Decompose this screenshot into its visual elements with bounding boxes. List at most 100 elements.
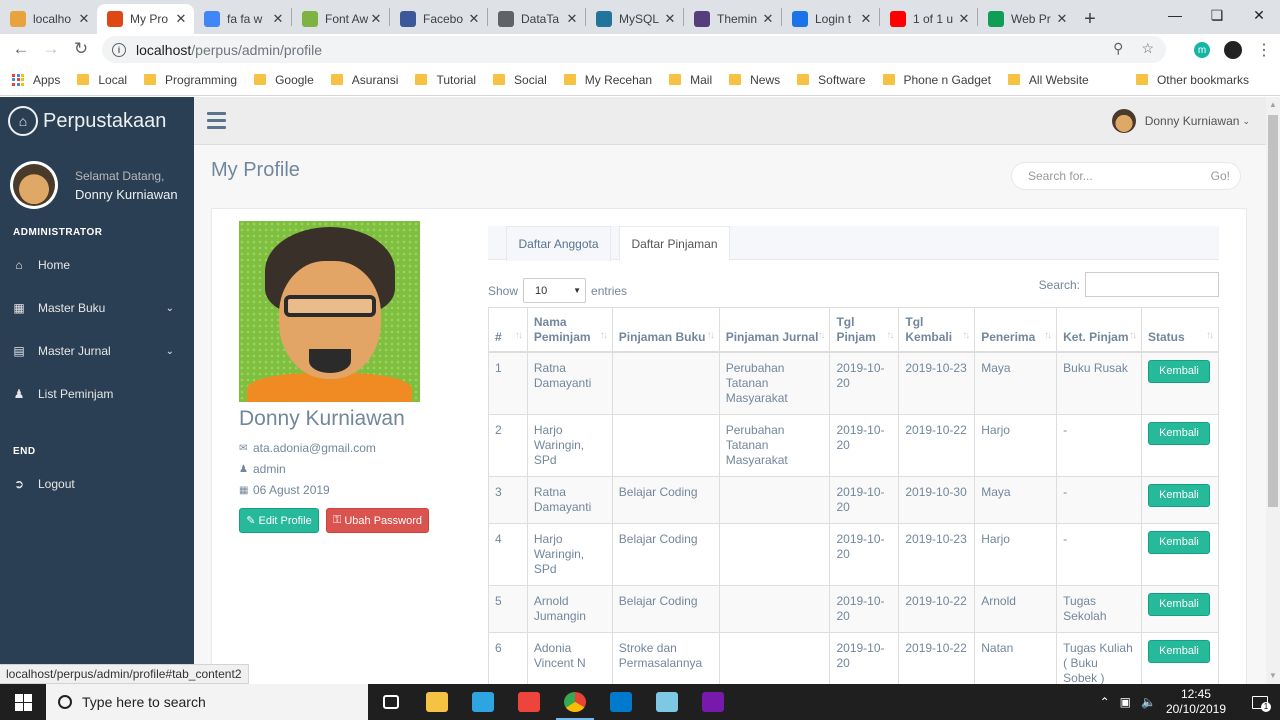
close-tab-icon[interactable]: ✕ [859, 11, 873, 27]
column-header[interactable]: Pinjaman Buku ↑↓ [611, 307, 720, 353]
site-info-icon[interactable]: i [112, 42, 126, 57]
back-button[interactable]: ← [6, 39, 36, 59]
column-header[interactable]: Ket. Pinjam ↑↓ [1056, 307, 1142, 353]
address-bar[interactable]: i localhost/perpus/admin/profile ⚲ ☆ [102, 36, 1166, 63]
brand[interactable]: ⌂ Perpustakaan [0, 97, 194, 145]
column-header[interactable]: Tgl Pinjam ↑↓ [829, 307, 900, 353]
browser-tab[interactable]: MySQL ✕ [586, 4, 683, 34]
tab-daftar-pinjaman[interactable]: Daftar Pinjaman [619, 226, 730, 261]
close-tab-icon[interactable]: ✕ [663, 11, 677, 27]
tab-daftar-anggota[interactable]: Daftar Anggota [506, 226, 611, 261]
close-tab-icon[interactable]: ✕ [369, 11, 383, 27]
browser-tab[interactable]: fa fa w ✕ [194, 4, 291, 34]
browser-tab[interactable]: DataTa ✕ [488, 4, 585, 34]
close-tab-icon[interactable]: ✕ [467, 11, 481, 27]
network-icon[interactable]: ▣ [1120, 695, 1131, 709]
close-tab-icon[interactable]: ✕ [271, 11, 285, 27]
browser-tab[interactable]: Web Pr ✕ [978, 4, 1075, 34]
column-header[interactable]: Pinjaman Jurnal ↑↓ [718, 307, 831, 353]
chrome-icon[interactable] [552, 684, 598, 720]
bookmark-star-icon[interactable]: ☆ [1141, 40, 1154, 57]
taskbar-search[interactable]: Type here to search [46, 684, 368, 720]
browser-menu-icon[interactable]: ⋮ [1256, 40, 1272, 60]
bookmark-folder[interactable]: All Website [1007, 73, 1089, 87]
page-length-select[interactable]: 10 ▼ [523, 278, 587, 303]
browser-tab[interactable]: localho ✕ [0, 4, 97, 34]
action-center-icon[interactable]: 1 [1240, 684, 1280, 720]
scroll-up-icon[interactable]: ▲ [1269, 100, 1277, 109]
task-view-icon[interactable] [368, 684, 414, 720]
bookmark-folder[interactable]: Google [254, 73, 314, 87]
onenote-icon[interactable] [690, 684, 736, 720]
bookmark-folder[interactable]: Phone n Gadget [882, 73, 991, 87]
anydesk-icon[interactable] [506, 684, 552, 720]
search-go-button[interactable]: Go! [1211, 169, 1230, 183]
zoom-icon[interactable]: ⚲ [1113, 40, 1123, 57]
vscode-icon[interactable] [598, 684, 644, 720]
file-explorer-icon[interactable] [414, 684, 460, 720]
kembali-button[interactable]: Kembali [1147, 483, 1210, 507]
close-tab-icon[interactable]: ✕ [77, 11, 91, 27]
edit-profile-button[interactable]: ✎ Edit Profile [239, 508, 319, 533]
browser-tab[interactable]: 1 of 1 u ✕ [880, 4, 977, 34]
kembali-button[interactable]: Kembali [1147, 530, 1210, 554]
kembali-button[interactable]: Kembali [1147, 639, 1210, 663]
page-scrollbar[interactable]: ▲ ▼ [1266, 97, 1280, 684]
close-window-button[interactable]: ✕ [1238, 0, 1280, 30]
minimize-button[interactable]: — [1154, 0, 1196, 30]
menu-toggle-icon[interactable] [207, 112, 226, 129]
bookmark-folder[interactable]: Local [77, 73, 127, 87]
table-search-input[interactable] [1085, 272, 1219, 297]
close-tab-icon[interactable]: ✕ [174, 11, 188, 27]
column-header[interactable]: # ↑↓ [488, 307, 528, 353]
extension-m-icon[interactable]: m [1194, 42, 1210, 58]
new-tab-button[interactable]: + [1075, 4, 1105, 34]
maximize-button[interactable]: ❏ [1196, 0, 1238, 30]
scrollbar-thumb[interactable] [1268, 115, 1278, 507]
bookmark-folder[interactable]: Mail [669, 73, 712, 87]
chevron-up-icon[interactable]: ⌃ [1100, 695, 1110, 709]
sidebar-item-master-jurnal[interactable]: ▤ Master Jurnal ⌄ [0, 331, 194, 371]
kembali-button[interactable]: Kembali [1147, 359, 1210, 383]
telegram-icon[interactable] [460, 684, 506, 720]
scroll-down-icon[interactable]: ▼ [1269, 671, 1277, 680]
sidebar-item-logout[interactable]: ➲ Logout [0, 464, 194, 504]
bookmark-folder[interactable]: My Recehan [563, 73, 652, 87]
kembali-button[interactable]: Kembali [1147, 592, 1210, 616]
browser-tab[interactable]: Login t ✕ [782, 4, 879, 34]
close-tab-icon[interactable]: ✕ [565, 11, 579, 27]
browser-tab[interactable]: Font Aw ✕ [292, 4, 389, 34]
notepad-icon[interactable] [644, 684, 690, 720]
bookmark-folder[interactable]: Asuransi [330, 73, 398, 87]
browser-tab[interactable]: Themin ✕ [684, 4, 781, 34]
sidebar-item-master-buku[interactable]: ▦ Master Buku ⌄ [0, 288, 194, 328]
change-password-button[interactable]: ⚿ Ubah Password [326, 508, 429, 533]
sidebar-item-home[interactable]: ⌂ Home [0, 245, 194, 285]
volume-icon[interactable]: 🔈 [1141, 695, 1156, 709]
column-header[interactable]: Status ↑↓ [1140, 307, 1220, 353]
sidebar-item-list-peminjam[interactable]: ♟ List Peminjam [0, 374, 194, 414]
close-tab-icon[interactable]: ✕ [1055, 11, 1069, 27]
kembali-button[interactable]: Kembali [1147, 421, 1210, 445]
close-tab-icon[interactable]: ✕ [761, 11, 775, 27]
browser-tab[interactable]: Facebo ✕ [390, 4, 487, 34]
user-dropdown[interactable]: Donny Kurniawan ⌄ [1111, 109, 1250, 133]
column-header[interactable]: Penerima ↑↓ [974, 307, 1058, 353]
bookmark-folder[interactable]: News [729, 73, 780, 87]
bookmark-folder[interactable]: Social [493, 73, 547, 87]
bookmark-folder[interactable]: Software [797, 73, 866, 87]
reload-button[interactable]: ↻ [66, 39, 96, 59]
forward-button[interactable]: → [36, 39, 66, 59]
bookmark-folder[interactable]: Programming [144, 73, 237, 87]
search-input[interactable]: Search for... Go! [1011, 162, 1241, 190]
clock[interactable]: 12:45 20/10/2019 [1166, 687, 1226, 717]
apps-shortcut[interactable]: Apps [12, 73, 60, 87]
bookmark-folder[interactable]: Tutorial [415, 73, 476, 87]
browser-tab[interactable]: My Pro ✕ [97, 4, 194, 34]
start-button[interactable] [0, 684, 46, 720]
other-bookmarks[interactable]: Other bookmarks [1135, 73, 1249, 87]
profile-avatar-icon[interactable] [1224, 41, 1242, 59]
column-header[interactable]: Tgl Kembali ↑↓ [898, 307, 976, 353]
close-tab-icon[interactable]: ✕ [957, 11, 971, 27]
column-header[interactable]: Nama Peminjam ↑↓ [526, 307, 613, 353]
